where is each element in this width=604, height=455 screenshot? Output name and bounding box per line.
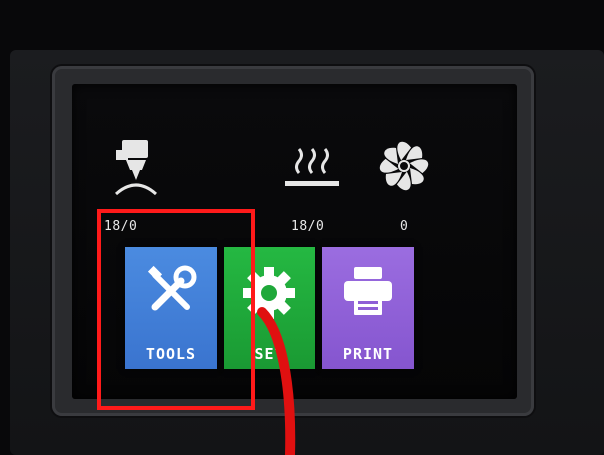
printer-icon: [344, 267, 392, 315]
heated-bed-icon: [283, 141, 341, 189]
fan-speed-value: 0: [400, 219, 409, 234]
bed-temp-value: 18/0: [291, 219, 325, 234]
nozzle-icon: [108, 136, 168, 204]
highlight-box: [97, 209, 255, 410]
print-label: PRINT: [342, 345, 394, 363]
print-button[interactable]: PRINT: [322, 247, 414, 369]
fan-icon: [378, 140, 430, 192]
